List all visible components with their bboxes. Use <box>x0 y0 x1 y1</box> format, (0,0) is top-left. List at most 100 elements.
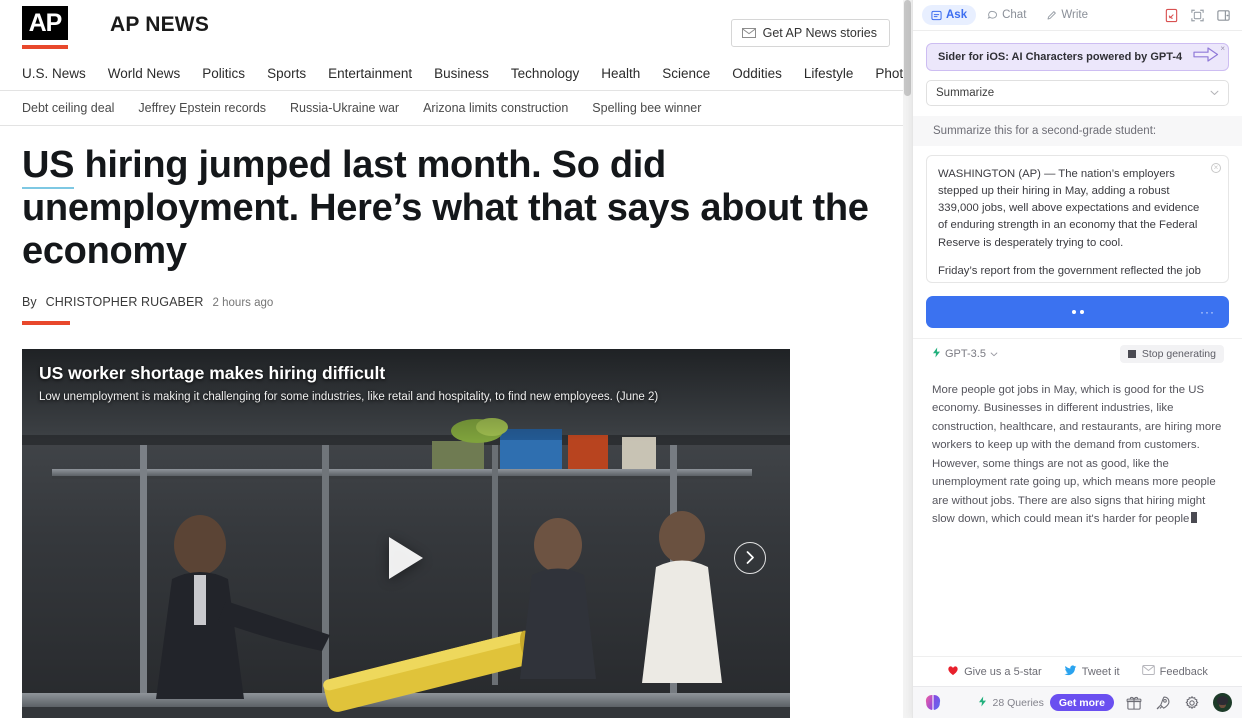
twitter-icon <box>1064 664 1077 679</box>
heart-icon <box>947 665 959 679</box>
write-icon <box>1046 10 1057 21</box>
panel-toggle-icon[interactable] <box>1216 8 1231 23</box>
answer-text: More people got jobs in May, which is go… <box>932 384 1222 526</box>
topic-arizona-limits-construction[interactable]: Arizona limits construction <box>423 101 568 115</box>
tab-write[interactable]: Write <box>1037 5 1097 25</box>
nav-item-business[interactable]: Business <box>434 66 489 81</box>
topics-strip: Debt ceiling deal Jeffrey Epstein record… <box>0 91 912 125</box>
tab-chat[interactable]: Chat <box>978 5 1035 25</box>
promo-banner-text: Sider for iOS: AI Characters powered by … <box>938 51 1183 63</box>
gear-icon[interactable] <box>1184 695 1200 711</box>
next-video-button[interactable] <box>734 541 766 574</box>
headline-rest: hiring jumped last month. So did unemplo… <box>22 144 869 272</box>
ask-icon <box>931 10 942 21</box>
tab-write-label: Write <box>1061 9 1089 21</box>
rocket-icon[interactable] <box>1155 695 1171 711</box>
byline-timestamp: 2 hours ago <box>212 296 274 309</box>
headline-underlined-word: US <box>22 144 75 189</box>
page-scrollbar-thumb[interactable] <box>904 0 911 96</box>
sider-footer: Give us a 5-star Tweet it Feedback 28 Qu… <box>913 656 1242 718</box>
model-selector[interactable]: GPT-3.5 <box>932 347 998 361</box>
mail-icon <box>1141 665 1155 678</box>
tweet-it-label: Tweet it <box>1081 665 1120 678</box>
nav-item-health[interactable]: Health <box>601 66 640 81</box>
prompt-text: Summarize this for a second-grade studen… <box>913 116 1242 146</box>
footer-icon-group <box>1126 693 1232 712</box>
header-right: Get AP News stories <box>730 19 890 47</box>
nav-item-sports[interactable]: Sports <box>267 66 306 81</box>
byline-author[interactable]: CHRISTOPHER RUGABER <box>46 295 204 309</box>
video-player[interactable]: US worker shortage makes hiring difficul… <box>22 348 790 718</box>
stop-generating-label: Stop generating <box>1141 348 1216 360</box>
page-title: US hiring jumped last month. So did unem… <box>22 144 890 273</box>
get-ap-news-stories-button[interactable]: Get AP News stories <box>730 19 890 47</box>
nav-item-science[interactable]: Science <box>662 66 710 81</box>
typing-caret <box>1191 512 1198 524</box>
screenshot-icon[interactable] <box>1190 8 1205 23</box>
sider-toolbar: Ask Chat Write <box>913 0 1242 31</box>
mode-select-value: Summarize <box>936 87 995 99</box>
generate-button[interactable]: ··· <box>926 296 1229 328</box>
get-ap-news-stories-label: Get AP News stories <box>762 26 877 40</box>
stop-generating-button[interactable]: Stop generating <box>1119 345 1224 363</box>
envelope-icon <box>741 28 756 38</box>
page-scrollbar[interactable] <box>903 0 912 718</box>
quoted-source-box: WASHINGTON (AP) — The nation’s employers… <box>926 155 1229 283</box>
gift-icon[interactable] <box>1126 695 1142 711</box>
topic-russia-ukraine-war[interactable]: Russia-Ukraine war <box>290 101 399 115</box>
model-row: GPT-3.5 Stop generating <box>913 338 1242 369</box>
mode-select[interactable]: Summarize <box>926 80 1229 106</box>
sider-ai-panel: Ask Chat Write Sider for iOS: AI Charact… <box>912 0 1242 718</box>
screen: AP AP NEWS Get AP News stories U.S. News… <box>0 0 1242 718</box>
get-more-button[interactable]: Get more <box>1049 694 1114 711</box>
nav-item-us-news[interactable]: U.S. News <box>22 66 86 81</box>
tab-ask[interactable]: Ask <box>922 5 977 25</box>
footer-links: Give us a 5-star Tweet it Feedback <box>913 656 1242 686</box>
model-name: GPT-3.5 <box>945 348 986 360</box>
queries-lightning-icon <box>978 696 987 710</box>
main-nav: U.S. News World News Politics Sports Ent… <box>0 56 912 90</box>
arrow-right-icon <box>1193 46 1219 68</box>
promo-close-icon[interactable]: × <box>1220 45 1225 53</box>
topic-debt-ceiling-deal[interactable]: Debt ceiling deal <box>22 101 114 115</box>
video-caption: Low unemployment is making it challengin… <box>39 390 659 403</box>
topic-spelling-bee-winner[interactable]: Spelling bee winner <box>592 101 701 115</box>
generate-more-icon[interactable]: ··· <box>1200 306 1215 318</box>
nav-item-lifestyle[interactable]: Lifestyle <box>804 66 854 81</box>
nav-item-entertainment[interactable]: Entertainment <box>328 66 412 81</box>
ap-news-page: AP AP NEWS Get AP News stories U.S. News… <box>0 0 912 718</box>
feedback-link[interactable]: Feedback <box>1141 665 1208 678</box>
site-header: AP AP NEWS Get AP News stories <box>0 0 912 56</box>
brain-icon[interactable] <box>923 693 943 713</box>
mode-select-row: Summarize <box>926 80 1229 106</box>
model-chevron-down-icon <box>990 348 998 360</box>
queries-counter: 28 Queries Get more <box>978 694 1114 711</box>
quote-paragraph-1: WASHINGTON (AP) — The nation’s employers… <box>938 168 1200 249</box>
byline: By CHRISTOPHER RUGABER 2 hours ago <box>22 295 890 309</box>
ap-logo-block[interactable]: AP <box>22 6 68 49</box>
ap-wordmark: AP NEWS <box>110 13 210 36</box>
quote-close-icon[interactable]: × <box>1211 163 1221 173</box>
tweet-it-link[interactable]: Tweet it <box>1064 664 1120 679</box>
nav-item-politics[interactable]: Politics <box>202 66 245 81</box>
nav-item-oddities[interactable]: Oddities <box>732 66 782 81</box>
ap-logo: AP <box>22 6 68 40</box>
pdf-icon[interactable] <box>1164 8 1179 23</box>
rate-us-label: Give us a 5-star <box>964 665 1042 678</box>
byline-rule <box>22 320 70 325</box>
ap-logo-rule <box>22 45 68 49</box>
rate-us-link[interactable]: Give us a 5-star <box>947 665 1042 679</box>
nav-item-world-news[interactable]: World News <box>108 66 181 81</box>
article: US hiring jumped last month. So did unem… <box>0 126 912 325</box>
avatar[interactable] <box>1213 693 1232 712</box>
chevron-down-icon <box>1210 88 1219 98</box>
play-button[interactable] <box>389 536 423 579</box>
nav-item-technology[interactable]: Technology <box>511 66 579 81</box>
tab-ask-label: Ask <box>946 9 968 21</box>
footer-bar: 28 Queries Get more <box>913 686 1242 718</box>
queries-count-label: 28 Queries <box>992 696 1044 709</box>
promo-banner[interactable]: Sider for iOS: AI Characters powered by … <box>926 43 1229 71</box>
sider-tabs: Ask Chat Write <box>922 5 1097 25</box>
video-title: US worker shortage makes hiring difficul… <box>39 362 386 383</box>
topic-jeffrey-epstein-records[interactable]: Jeffrey Epstein records <box>138 101 266 115</box>
